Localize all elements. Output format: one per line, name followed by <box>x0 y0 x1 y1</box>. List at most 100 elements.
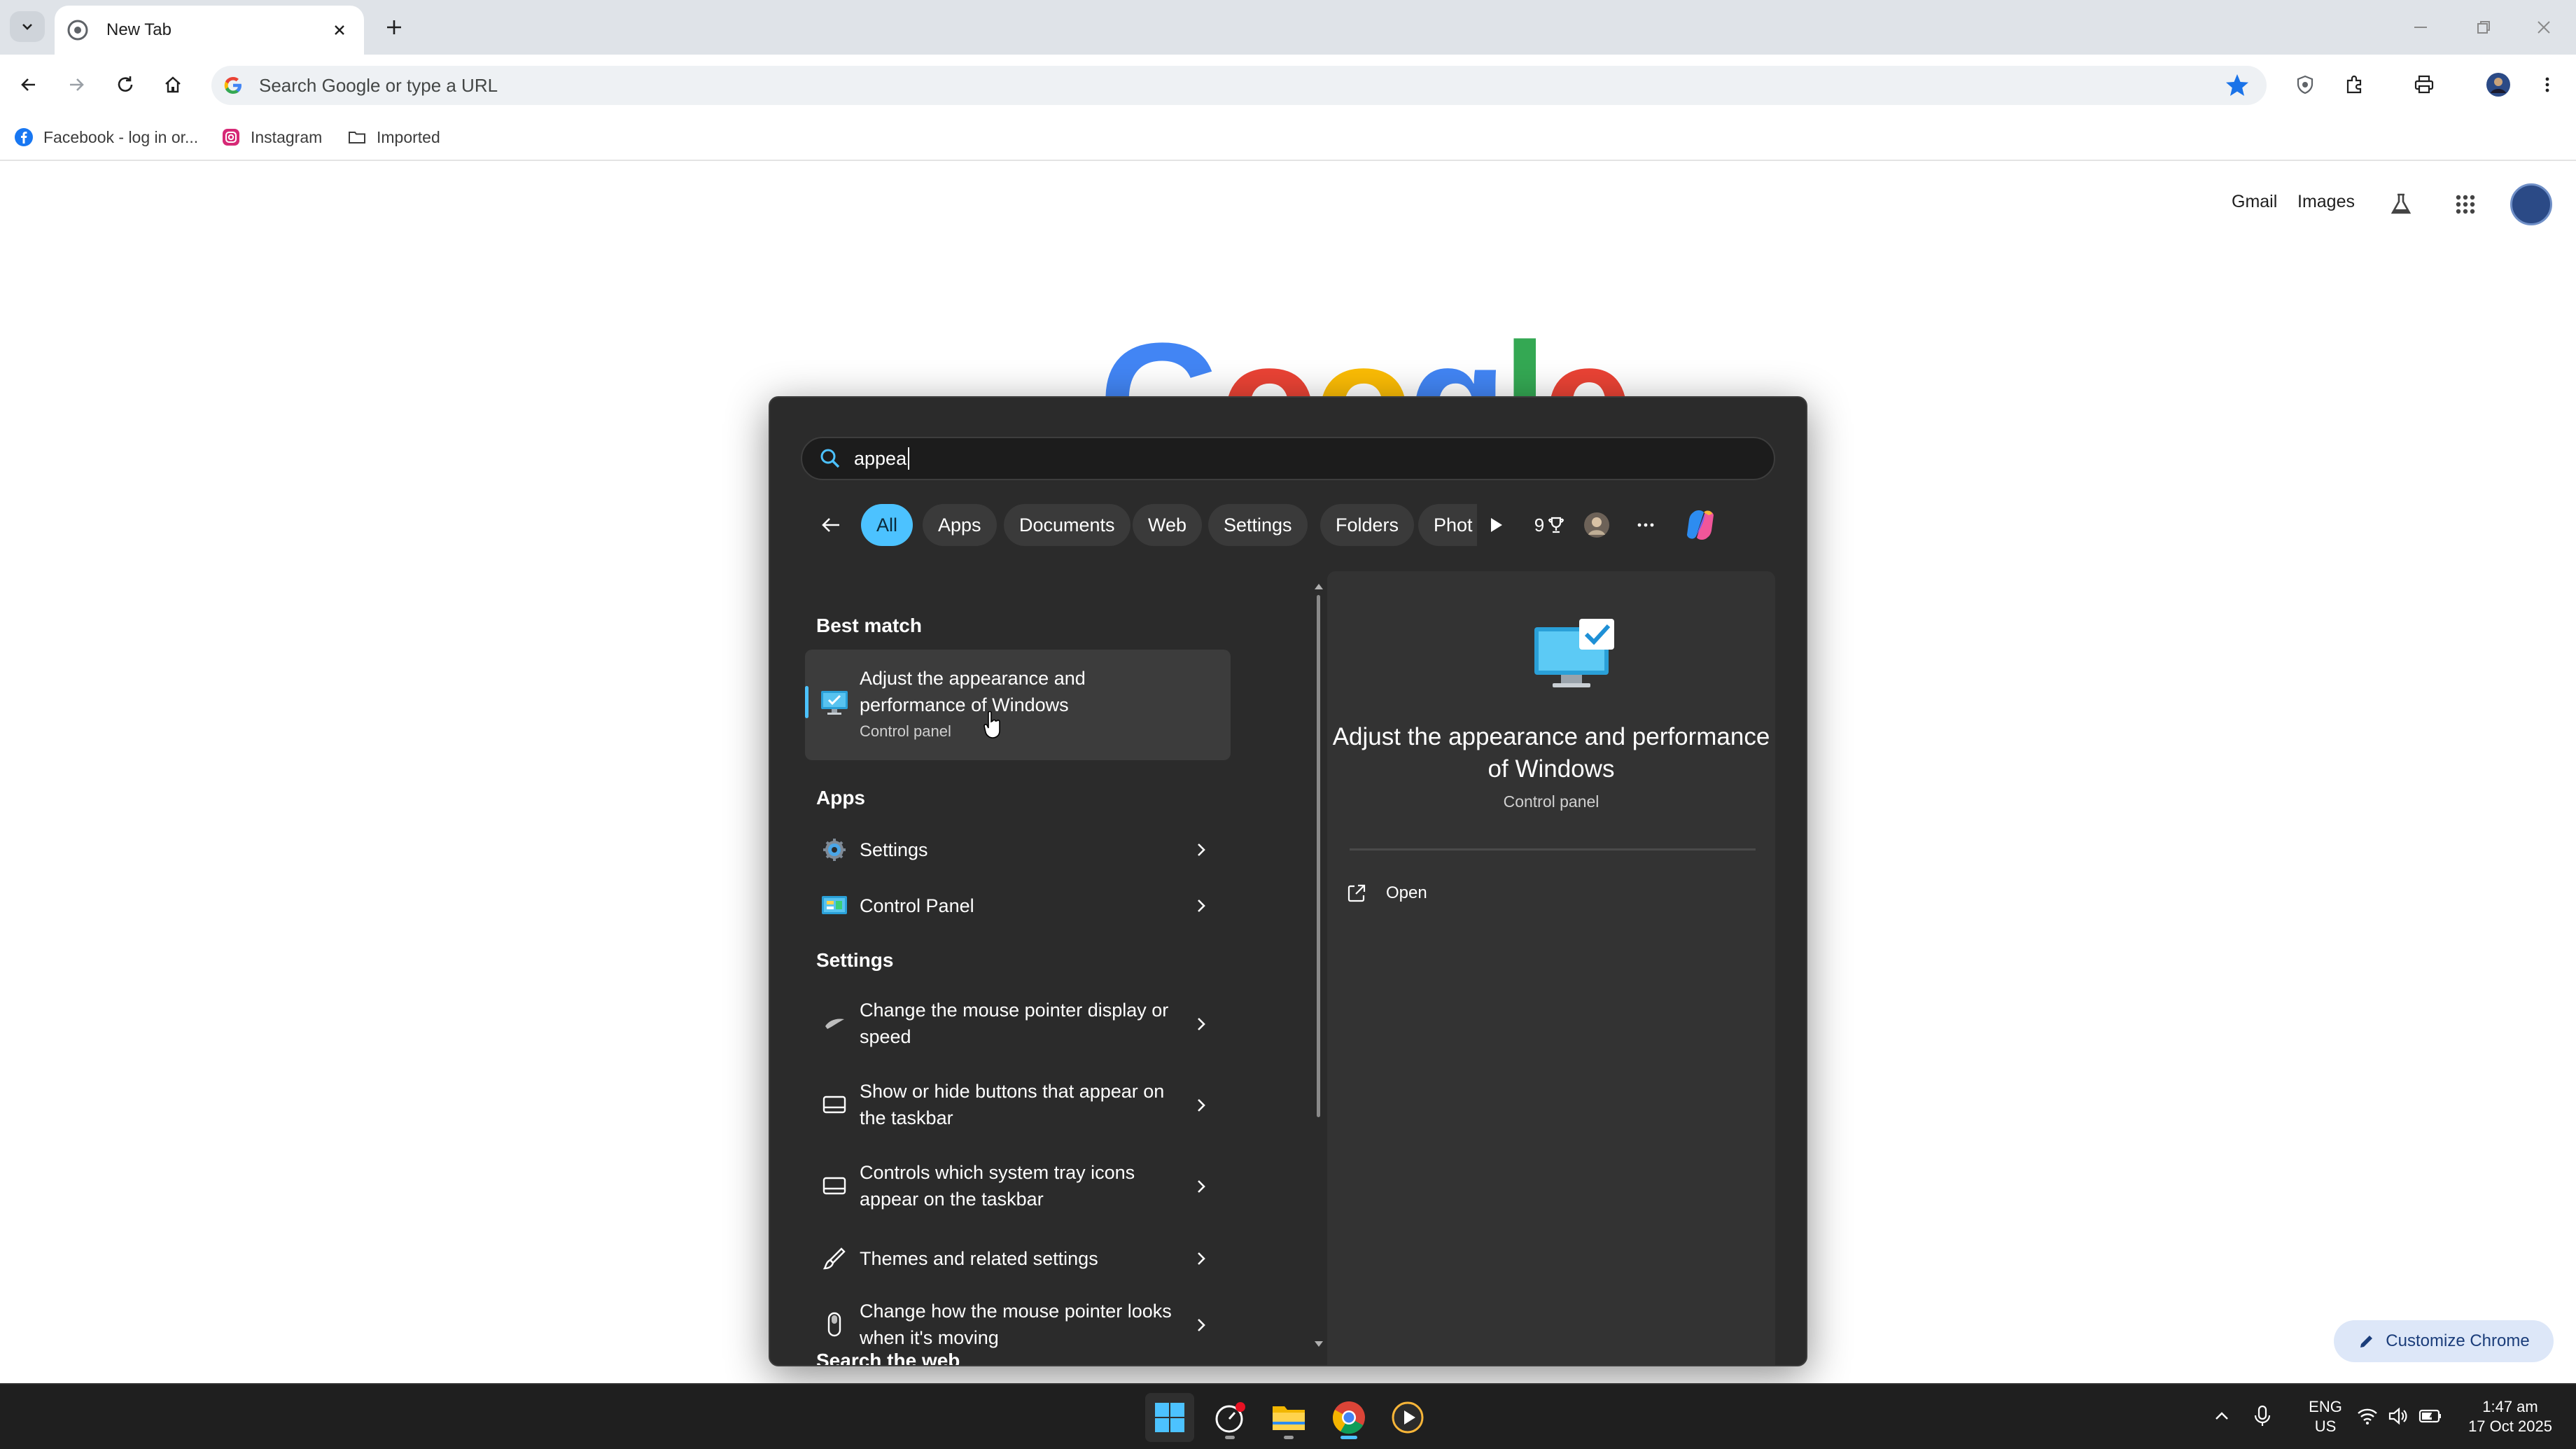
filter-photos[interactable]: Phot <box>1418 504 1477 546</box>
filter-settings[interactable]: Settings <box>1208 504 1308 546</box>
setting-item-themes[interactable]: Themes and related settings <box>805 1231 1231 1287</box>
results-scrollbar[interactable] <box>1313 581 1324 1358</box>
more-horizontal-icon <box>1637 523 1654 527</box>
restore-button[interactable] <box>2463 10 2505 45</box>
app-item-label: Settings <box>860 839 928 860</box>
tab-search-button[interactable] <box>10 11 45 42</box>
stopwatch-icon <box>1215 1402 1245 1433</box>
setting-item-label: Change the mouse pointer display or spee… <box>860 1000 1169 1047</box>
taskbar-icon <box>822 1096 846 1114</box>
shield-icon <box>2297 75 2314 94</box>
minimize-button[interactable] <box>2400 10 2442 45</box>
settings-gear-icon <box>823 839 846 861</box>
bookmark-folder-imported[interactable]: Imported <box>347 123 440 151</box>
home-button[interactable] <box>154 66 192 104</box>
profile-button[interactable] <box>2479 66 2517 104</box>
rewards-points[interactable]: 9 <box>1527 504 1572 546</box>
performance-monitor-icon <box>1534 619 1614 687</box>
chrome-favicon-icon <box>67 20 88 41</box>
taskbar-app-file-explorer[interactable] <box>1264 1393 1313 1442</box>
gmail-link[interactable]: Gmail <box>2232 192 2277 212</box>
windows-logo-icon <box>1155 1403 1184 1432</box>
mouse-cursor-icon <box>983 710 1000 738</box>
images-link[interactable]: Images <box>2297 192 2355 212</box>
chevron-right-icon <box>1198 1180 1205 1193</box>
address-bar[interactable]: Search Google or type a URL <box>211 66 2267 105</box>
wifi-icon <box>2358 1408 2377 1424</box>
bookmark-star-icon[interactable] <box>2222 70 2253 101</box>
show-hidden-icons-button[interactable] <box>2209 1399 2234 1434</box>
wifi-button[interactable] <box>2355 1399 2380 1434</box>
reload-button[interactable] <box>106 66 144 104</box>
extension-shield-button[interactable] <box>2286 66 2324 104</box>
back-button[interactable] <box>10 66 48 104</box>
back-button[interactable] <box>815 504 847 546</box>
selection-indicator <box>805 686 808 718</box>
filter-all[interactable]: All <box>861 504 913 546</box>
open-action[interactable]: Open <box>1345 872 1427 914</box>
folder-icon <box>1273 1406 1305 1430</box>
print-button[interactable] <box>2405 66 2443 104</box>
google-logo: Google <box>1099 319 1628 396</box>
clock-time: 1:47 am <box>2482 1398 2538 1415</box>
labs-button[interactable] <box>2384 188 2418 221</box>
region-code: US <box>2314 1418 2337 1435</box>
copilot-button[interactable] <box>1677 504 1723 546</box>
setting-item-mouse-pointer-speed[interactable]: Change the mouse pointer display or spee… <box>805 986 1231 1063</box>
filter-scroll-right[interactable] <box>1483 504 1511 546</box>
detail-title: Adjust the appearance and performance of… <box>1332 723 1770 783</box>
section-best-match: Best match <box>816 615 922 636</box>
clock-date: 17 Oct 2025 <box>2468 1418 2552 1435</box>
detail-subtitle: Control panel <box>1503 792 1600 811</box>
bookmark-facebook[interactable]: Facebook - log in or... <box>14 123 198 151</box>
bookmark-instagram[interactable]: Instagram <box>221 123 322 151</box>
customize-chrome-button[interactable]: Customize Chrome <box>2334 1320 2554 1362</box>
microphone-button[interactable] <box>2250 1399 2275 1434</box>
system-clock[interactable]: 1:47 am 17 Oct 2025 <box>2450 1397 2570 1436</box>
extensions-button[interactable] <box>2335 66 2373 104</box>
active-tab[interactable]: New Tab <box>55 6 364 55</box>
input-language-indicator[interactable]: ENG US <box>2297 1397 2353 1436</box>
start-button[interactable] <box>1145 1393 1194 1442</box>
app-item-control-panel[interactable]: Control Panel <box>805 881 1231 931</box>
taskbar-app-clock[interactable] <box>1205 1393 1254 1442</box>
filter-bar: All Apps Documents Web Settings Folders … <box>809 504 1789 546</box>
setting-item-label: Themes and related settings <box>860 1248 1098 1269</box>
new-tab-button[interactable] <box>378 11 410 43</box>
google-apps-button[interactable] <box>2449 188 2482 221</box>
close-icon <box>335 25 344 35</box>
battery-button[interactable] <box>2416 1399 2444 1434</box>
chrome-menu-button[interactable] <box>2528 66 2566 104</box>
search-input[interactable]: appea <box>801 437 1775 480</box>
trophy-icon <box>1548 517 1564 533</box>
more-options-button[interactable] <box>1630 504 1662 546</box>
best-match-item[interactable]: Adjust the appearance and performance of… <box>805 650 1231 760</box>
forward-button[interactable] <box>57 66 95 104</box>
search-query: appea <box>854 447 907 469</box>
setting-item-label: Change how the mouse pointer looks when … <box>860 1301 1172 1348</box>
section-settings: Settings <box>816 949 894 971</box>
windows-search-flyout: appea All Apps Documents Web Settings Fo… <box>769 396 1807 1366</box>
filter-apps[interactable]: Apps <box>923 504 997 546</box>
scrollbar-thumb[interactable] <box>1317 595 1320 1117</box>
rewards-points-value: 9 <box>1534 514 1545 536</box>
results-list: Best match Adjust the appearance and per… <box>797 566 1303 1365</box>
filter-documents[interactable]: Documents <box>1004 504 1130 546</box>
account-avatar[interactable] <box>1579 504 1614 546</box>
chevron-right-icon <box>1198 1018 1205 1030</box>
taskbar-app-media-player[interactable] <box>1383 1393 1432 1442</box>
setting-item-taskbar-buttons[interactable]: Show or hide buttons that appear on the … <box>805 1067 1231 1144</box>
close-window-button[interactable] <box>2523 10 2565 45</box>
microphone-icon <box>2254 1405 2271 1426</box>
tab-close-button[interactable] <box>328 18 351 42</box>
taskbar-app-chrome[interactable] <box>1324 1393 1373 1442</box>
minimize-icon <box>2414 27 2427 28</box>
google-account-avatar[interactable] <box>2510 183 2552 225</box>
setting-item-tray-icons[interactable]: Controls which system tray icons appear … <box>805 1148 1231 1225</box>
filter-web[interactable]: Web <box>1133 504 1203 546</box>
volume-button[interactable] <box>2386 1399 2411 1434</box>
app-item-settings[interactable]: Settings <box>805 825 1231 875</box>
filter-folders[interactable]: Folders <box>1320 504 1415 546</box>
media-play-icon <box>1392 1401 1424 1434</box>
chevron-right-icon <box>1198 1319 1205 1331</box>
